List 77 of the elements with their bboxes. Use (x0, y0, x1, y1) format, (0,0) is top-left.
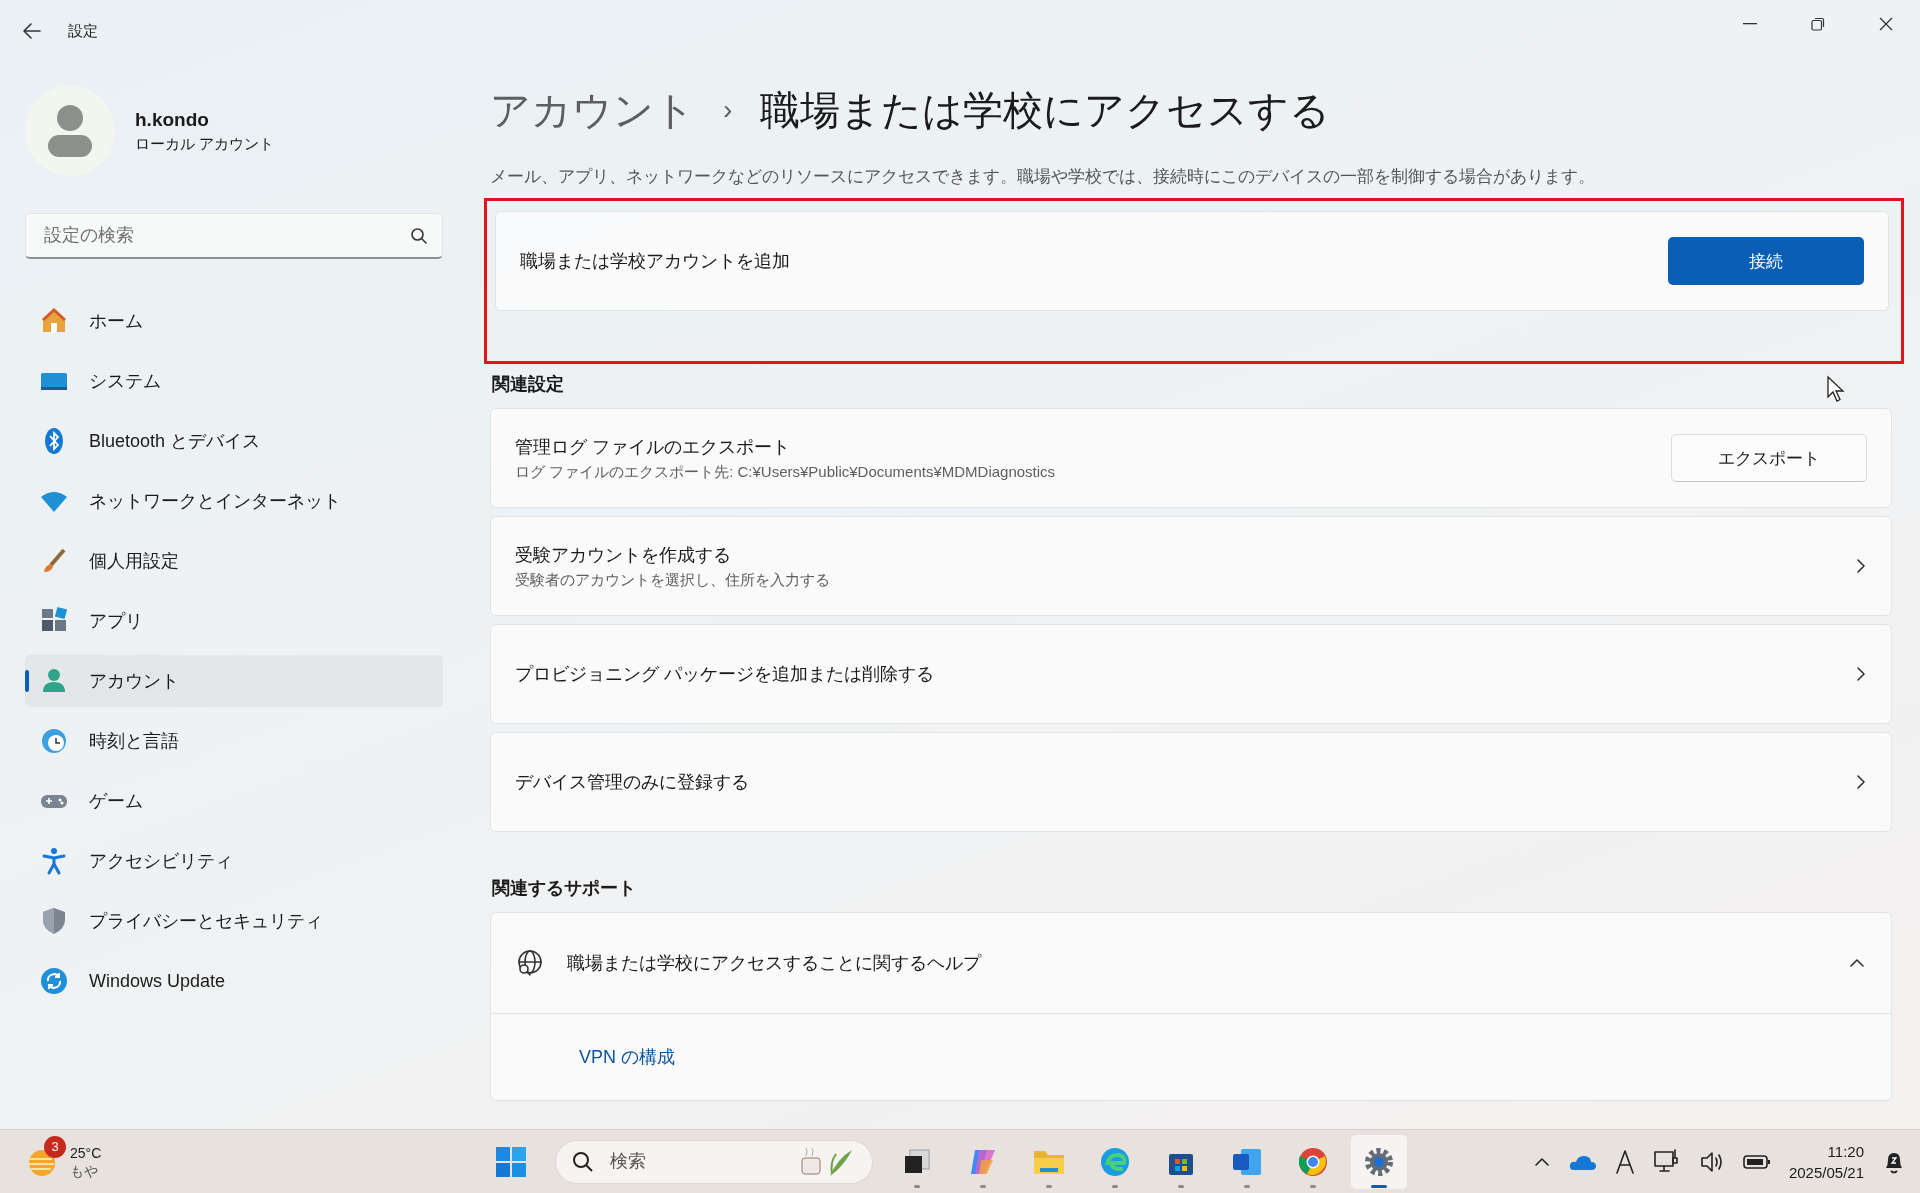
running-indicator (1112, 1184, 1118, 1188)
card-title: 受験アカウントを作成する (515, 543, 732, 567)
chrome-browser-icon (1297, 1145, 1329, 1178)
card-title: 管理ログ ファイルのエクスポート (515, 435, 791, 459)
card-subtitle: ログ ファイルのエクスポート先: C:¥Users¥Public¥Documents¥MDMDiagnostics (515, 462, 1057, 482)
clock[interactable]: 11:20 2025/05/21 (1788, 1140, 1864, 1183)
globe-search-icon (515, 948, 545, 978)
mouse-pointer-icon (1826, 375, 1846, 403)
taskbar-search[interactable]: 検索 (555, 1139, 873, 1184)
section-title: 関連設定 (492, 373, 564, 396)
card-title: プロビジョニング パッケージを追加または削除する (515, 663, 935, 686)
weather-condition: もや (70, 1161, 99, 1180)
nav-item[interactable]: 時刻と言語 (25, 715, 443, 767)
running-indicator (980, 1184, 986, 1188)
nav-item[interactable]: ゲーム (25, 775, 443, 827)
battery-icon[interactable] (1742, 1153, 1771, 1170)
connect-button[interactable]: 接続 (1668, 237, 1864, 285)
browser-wave-icon (1099, 1145, 1131, 1178)
input-method-icon[interactable] (1614, 1148, 1635, 1175)
running-indicator (1371, 1184, 1387, 1188)
card-title: デバイス管理のみに登録する (515, 771, 750, 794)
speaker-icon[interactable] (1698, 1149, 1725, 1174)
settings-link-card[interactable]: デバイス管理のみに登録する (490, 732, 1892, 832)
window-title: 設定 (68, 21, 98, 41)
nav-item[interactable]: Windows Update (25, 955, 443, 1007)
document-app-icon (1231, 1146, 1263, 1177)
temperature: 25°C (70, 1143, 102, 1162)
settings-link-card[interactable]: プロビジョニング パッケージを追加または削除する (490, 624, 1892, 724)
running-indicator (1178, 1184, 1184, 1188)
page-title: 職場または学校にアクセスする (760, 86, 1331, 134)
account-type: ローカル アカウント (135, 134, 275, 154)
nav-item[interactable]: ホーム (25, 295, 443, 347)
settings-link-card[interactable]: 受験アカウントを作成する 受験者のアカウントを選択し、住所を入力する (490, 516, 1892, 616)
chevron-right-icon (1855, 772, 1867, 792)
search-input[interactable]: 設定の検索 (42, 224, 410, 247)
weather-widget[interactable]: 3 25°C もや (0, 1132, 110, 1191)
nav-item[interactable]: アプリ (25, 595, 443, 647)
minimize-icon (1743, 23, 1757, 25)
nav-item[interactable]: アクセシビリティ (25, 835, 443, 887)
close-icon (1879, 17, 1893, 31)
card-subtitle: 受験者のアカウントを選択し、住所を入力する (515, 570, 831, 590)
running-indicator (1310, 1184, 1316, 1188)
search-input[interactable]: 検索 (608, 1150, 782, 1173)
search-field[interactable]: 設定の検索 (25, 213, 443, 259)
sync-icon (39, 966, 69, 996)
nav-item[interactable]: システム (25, 355, 443, 407)
clock-globe-icon (39, 726, 69, 756)
network-icon[interactable] (1652, 1148, 1681, 1175)
user-name: h.kondo (135, 108, 210, 131)
nav-item[interactable]: 個人用設定 (25, 535, 443, 587)
chevron-right-icon (1855, 664, 1867, 684)
breadcrumb-separator: › (723, 94, 733, 126)
search-icon (410, 226, 428, 245)
expander-title: 職場または学校にアクセスすることに関するヘルプ (567, 952, 983, 975)
nav-item[interactable]: プライバシーとセキュリティ (25, 895, 443, 947)
breadcrumb-link[interactable]: アカウント (490, 82, 695, 138)
help-link[interactable]: VPN の構成 (579, 1045, 675, 1069)
nav-item[interactable]: アカウント (25, 655, 443, 707)
restore-icon (1811, 17, 1825, 31)
nav-item[interactable]: ネットワークとインターネット (25, 475, 443, 527)
card-title: 職場または学校アカウントを追加 (520, 250, 791, 273)
running-indicator (1046, 1184, 1052, 1188)
running-indicator (1244, 1184, 1250, 1188)
section-title: 関連するサポート (492, 877, 636, 900)
nav-item[interactable]: Bluetooth とデバイス (25, 415, 443, 467)
expander-header[interactable]: 職場または学校にアクセスすることに関するヘルプ (491, 913, 1891, 1014)
export-button[interactable]: エクスポート (1671, 434, 1867, 482)
selection-indicator (25, 670, 29, 692)
page-description: メール、アプリ、ネットワークなどのリソースにアクセスできます。職場や学校では、接続時にこのデバイスの一部を制御する場合があります。 (490, 166, 1596, 187)
chevron-up-icon[interactable] (1532, 1155, 1551, 1168)
notification-badge: 3 (44, 1135, 66, 1158)
gear-icon (1363, 1145, 1395, 1178)
back-button[interactable] (22, 22, 42, 40)
windows-logo-icon (495, 1145, 527, 1178)
chevron-right-icon (1855, 556, 1867, 576)
running-indicator (914, 1184, 920, 1188)
search-icon (572, 1150, 594, 1173)
